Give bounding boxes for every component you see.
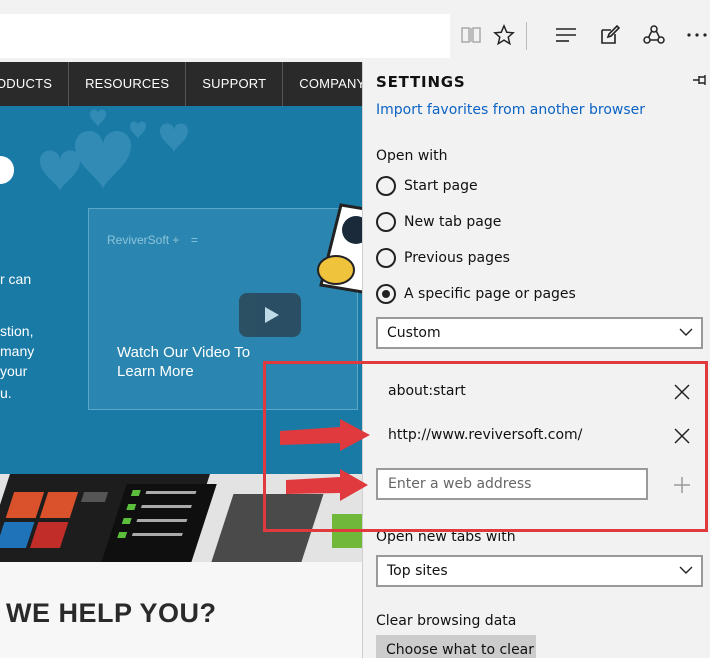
new-tabs-dropdown[interactable]: Top sites	[376, 555, 703, 587]
hero-text-line: r can	[0, 271, 32, 287]
share-icon[interactable]	[641, 22, 667, 48]
hero-text-line: u.	[0, 385, 12, 401]
play-icon[interactable]	[239, 293, 301, 337]
pin-icon[interactable]	[692, 72, 708, 88]
toolbar-separator	[526, 22, 527, 50]
hub-icon[interactable]	[553, 22, 579, 48]
radio-label: Start page	[404, 178, 478, 194]
browser-toolbar	[0, 0, 710, 62]
choose-what-to-clear-button[interactable]: Choose what to clear	[376, 635, 536, 658]
help-section: WE HELP YOU?	[0, 562, 362, 658]
radio-circle[interactable]	[376, 176, 396, 196]
nav-company[interactable]: COMPANY	[283, 62, 362, 106]
settings-panel: SETTINGS Import favorites from another b…	[362, 62, 710, 658]
address-bar-area[interactable]	[0, 14, 450, 58]
hero-text-line: your	[0, 363, 28, 379]
radio-circle[interactable]	[376, 212, 396, 232]
more-icon[interactable]	[684, 22, 710, 48]
radio-new-tab-page[interactable]: New tab page	[376, 211, 501, 233]
radio-previous-pages[interactable]: Previous pages	[376, 247, 510, 269]
specific-pages-dropdown[interactable]: Custom	[376, 317, 703, 349]
chevron-down-icon	[679, 328, 693, 336]
nav-products[interactable]: ODUCTS	[0, 62, 70, 106]
nav-resources[interactable]: RESOURCES	[69, 62, 187, 106]
open-with-label: Open with	[376, 148, 448, 164]
radio-label: A specific page or pages	[404, 286, 576, 302]
annotation-highlight-box	[263, 361, 708, 532]
chevron-down-icon	[679, 566, 693, 574]
reading-view-icon[interactable]	[458, 22, 484, 48]
import-favorites-link[interactable]: Import favorites from another browser	[376, 102, 645, 118]
radio-circle[interactable]	[376, 248, 396, 268]
hero-text-line: many	[0, 343, 35, 359]
radio-label: New tab page	[404, 214, 502, 230]
help-title: WE HELP YOU?	[6, 598, 217, 628]
mascot-illustration-icon	[317, 203, 362, 294]
dropdown-value: Top sites	[387, 563, 448, 579]
video-logo: ReviverSoft + =	[107, 233, 198, 247]
radio-circle-checked[interactable]	[376, 284, 396, 304]
site-nav: ODUCTS RESOURCES SUPPORT COMPANY	[0, 62, 362, 106]
clear-data-label: Clear browsing data	[376, 613, 517, 629]
radio-specific-pages[interactable]: A specific page or pages	[376, 283, 576, 305]
hero-text-line: stion,	[0, 323, 34, 339]
dropdown-value: Custom	[387, 325, 441, 341]
radio-start-page[interactable]: Start page	[376, 175, 478, 197]
video-caption: Watch Our Video To Learn More	[117, 344, 251, 380]
settings-title: SETTINGS	[376, 73, 466, 91]
radio-label: Previous pages	[404, 250, 510, 266]
favorite-star-icon[interactable]	[491, 22, 517, 48]
web-note-icon[interactable]	[597, 22, 623, 48]
website-content: ODUCTS RESOURCES SUPPORT COMPANY r can s…	[0, 62, 362, 658]
nav-support[interactable]: SUPPORT	[186, 62, 284, 106]
